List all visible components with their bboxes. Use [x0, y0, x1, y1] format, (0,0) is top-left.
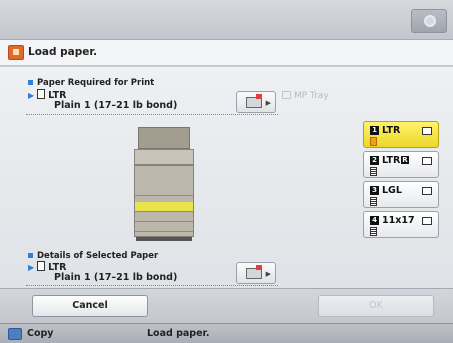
mp-tray-icon — [282, 91, 291, 99]
paper-settings-button[interactable]: ▶ — [236, 91, 276, 113]
paper-settings-icon — [246, 94, 262, 108]
warning-icon — [8, 45, 24, 60]
paper-orientation-icon — [422, 217, 432, 225]
paper-level-icon — [370, 167, 377, 176]
rotated-badge: R — [401, 156, 409, 164]
paper-orientation-icon — [422, 187, 432, 195]
paper-level-icon — [370, 227, 377, 236]
selected-label: Details of Selected Paper — [28, 251, 158, 261]
divider — [26, 114, 278, 115]
printer-illustration — [134, 127, 194, 245]
tray-4-button[interactable]: 4 11x17 — [363, 211, 439, 238]
paper-settings-button[interactable]: ▶ — [236, 262, 276, 284]
paper-orientation-icon — [422, 157, 432, 165]
ok-button[interactable]: OK — [318, 295, 434, 317]
selected-type: Plain 1 (17–21 lb bond) — [54, 272, 178, 283]
tray-2-button[interactable]: 2 LTR R — [363, 151, 439, 178]
chevron-right-icon: ▶ — [265, 270, 271, 278]
gear-icon — [424, 15, 436, 27]
status-bar: Copy Load paper. — [0, 323, 453, 343]
cancel-button[interactable]: Cancel — [32, 295, 148, 317]
top-bar — [0, 0, 453, 40]
paper-level-icon — [370, 197, 377, 206]
paper-icon — [37, 89, 46, 99]
paper-icon — [37, 261, 46, 271]
copy-icon — [8, 328, 22, 340]
paper-settings-icon — [246, 265, 262, 279]
message-bar: Load paper. — [0, 40, 453, 66]
status-message: Load paper. — [147, 328, 210, 339]
arrow-icon: ▶ — [28, 91, 35, 100]
chevron-right-icon: ▶ — [265, 99, 271, 107]
paper-orientation-icon — [422, 127, 432, 135]
paper-level-icon — [370, 137, 377, 146]
status-app: Copy — [27, 328, 54, 339]
tray-3-button[interactable]: 3 LGL — [363, 181, 439, 208]
arrow-icon: ▶ — [28, 263, 35, 272]
mp-tray-option: MP Tray — [282, 91, 352, 113]
required-type: Plain 1 (17–21 lb bond) — [54, 100, 178, 111]
settings-button[interactable] — [411, 9, 447, 33]
required-label: Paper Required for Print — [28, 78, 154, 88]
action-bar: Cancel OK — [0, 288, 453, 323]
tray-1-button[interactable]: 1 LTR — [363, 121, 439, 148]
header-message: Load paper. — [28, 46, 98, 58]
divider — [26, 285, 278, 286]
highlighted-drawer — [135, 202, 193, 212]
